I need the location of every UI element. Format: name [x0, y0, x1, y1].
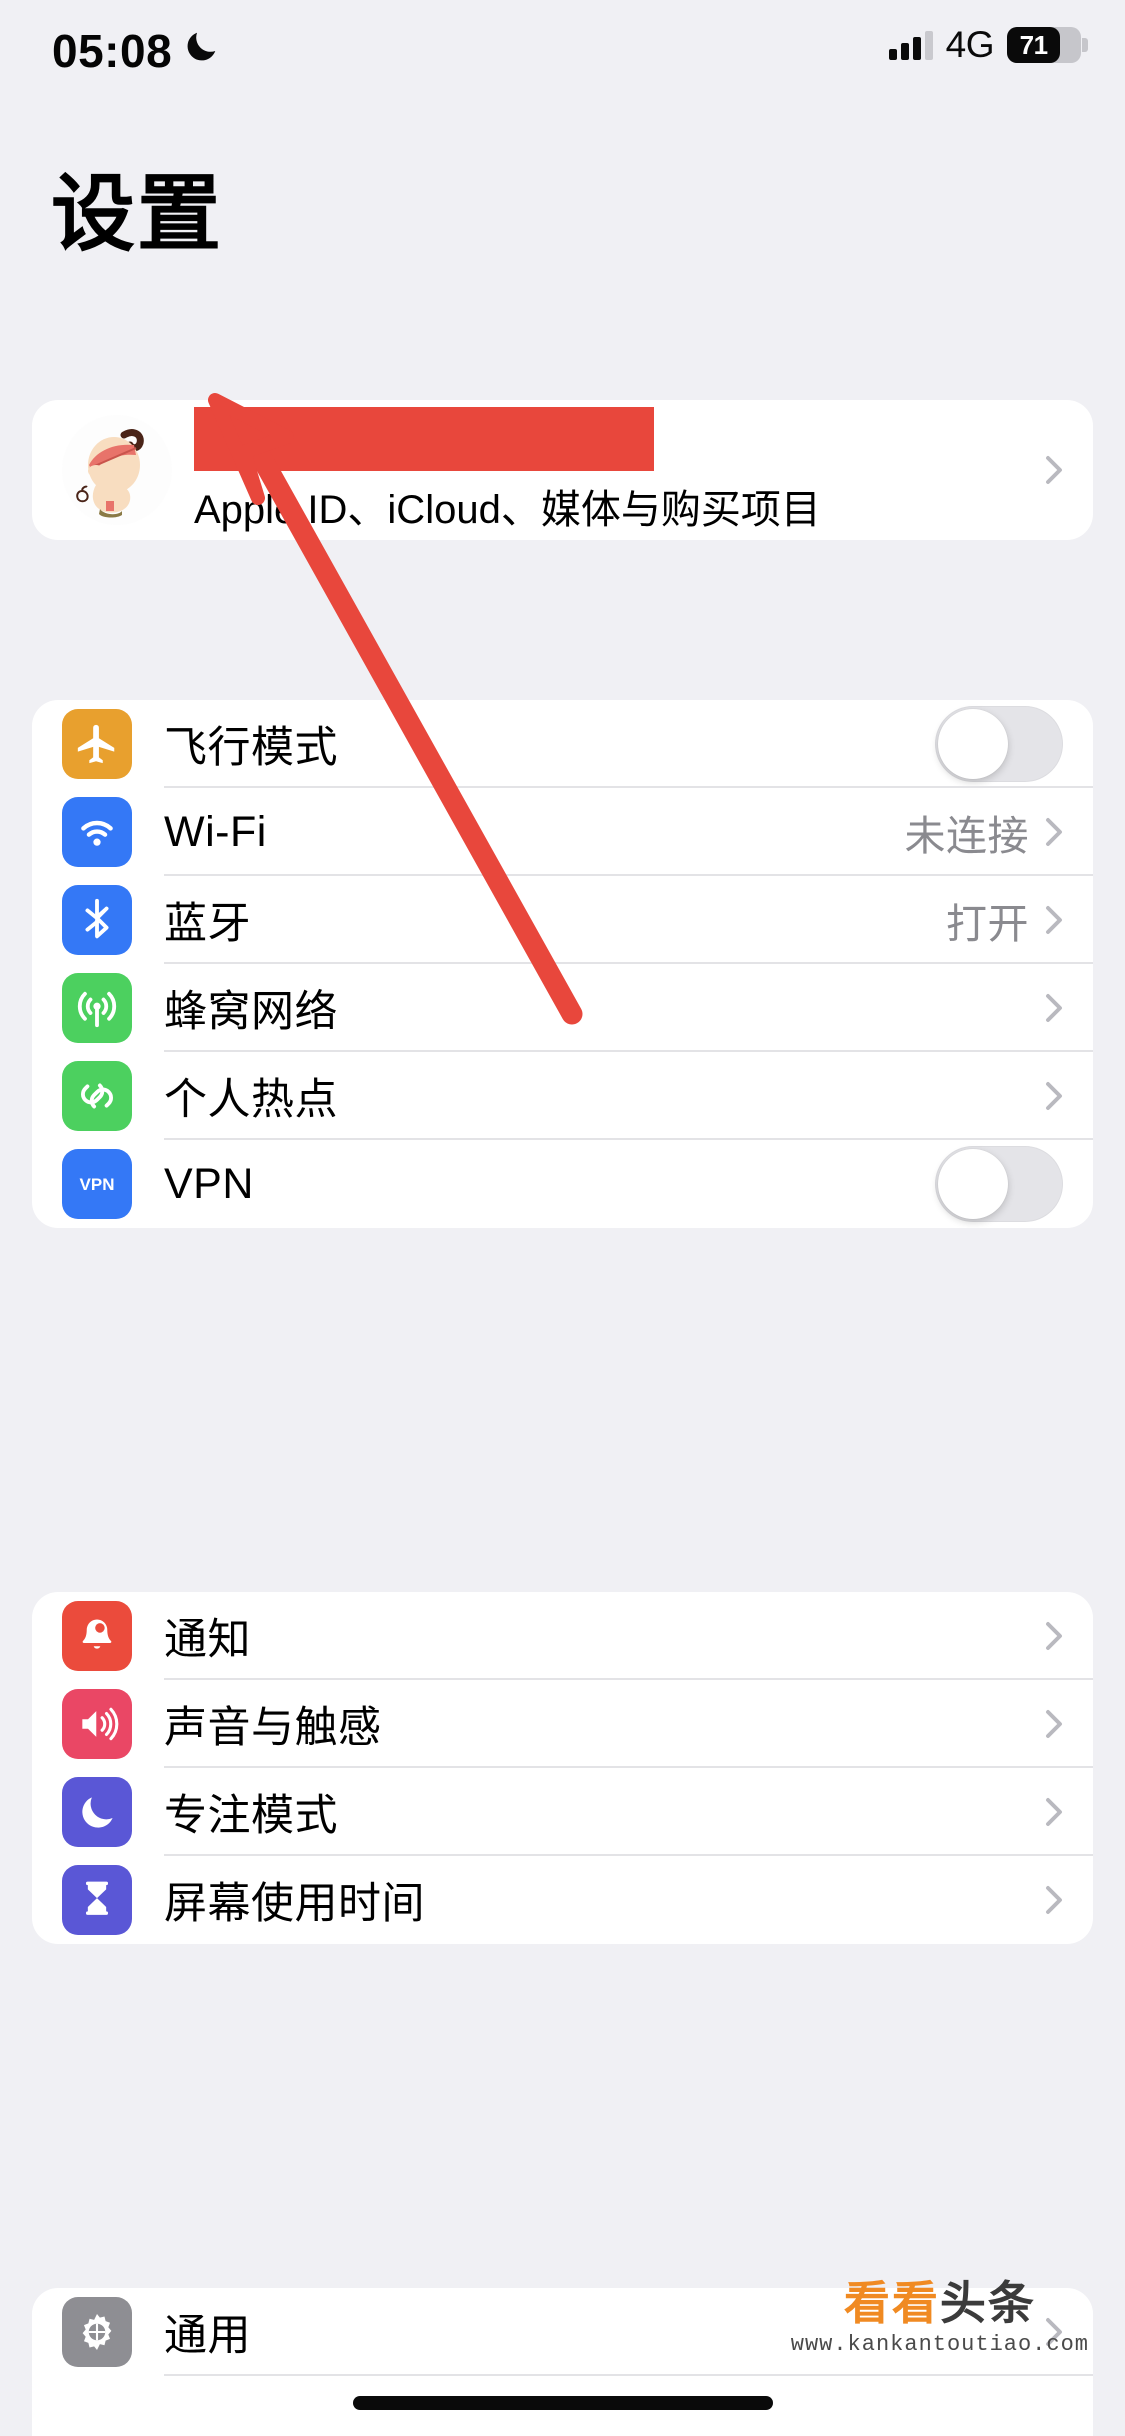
- settings-row-focus[interactable]: 专注模式: [32, 1768, 1093, 1856]
- wifi-status-value: 未连接: [904, 813, 1029, 859]
- settings-row-vpn[interactable]: VPN VPN: [32, 1140, 1093, 1228]
- vpn-icon: VPN: [62, 1149, 132, 1219]
- settings-row-label: 声音与触感: [164, 1704, 382, 1752]
- airplane-mode-toggle[interactable]: [935, 706, 1063, 782]
- vpn-toggle[interactable]: [935, 1146, 1063, 1222]
- home-indicator: [352, 2396, 773, 2410]
- speaker-icon: [62, 1689, 132, 1759]
- airplane-icon: [62, 709, 132, 779]
- settings-row-label: 专注模式: [164, 1792, 338, 1840]
- chevron-right-icon: [1035, 454, 1063, 486]
- settings-row-cellular[interactable]: 蜂窝网络: [32, 964, 1093, 1052]
- chevron-right-icon: [1045, 1620, 1063, 1652]
- settings-row-screen-time[interactable]: 屏幕使用时间: [32, 1856, 1093, 1944]
- page-title: 设置: [51, 167, 224, 261]
- settings-row-label: 蜂窝网络: [164, 988, 338, 1036]
- cellular-bars-icon: [888, 30, 933, 60]
- settings-row-label: 飞行模式: [164, 724, 338, 772]
- settings-row-airplane-mode[interactable]: 飞行模式: [32, 700, 1093, 788]
- chevron-right-icon: [1045, 1708, 1063, 1740]
- settings-row-wifi[interactable]: Wi-Fi 未连接: [32, 788, 1093, 876]
- chevron-right-icon: [1045, 816, 1063, 848]
- chevron-right-icon: [1045, 1080, 1063, 1112]
- gear-icon: [62, 2297, 132, 2367]
- chevron-right-icon: [1045, 1796, 1063, 1828]
- settings-row-label: 个人热点: [164, 1076, 338, 1124]
- status-bar-right: 4G 71: [888, 24, 1088, 66]
- settings-row-label: 屏幕使用时间: [164, 1880, 425, 1928]
- apple-id-card[interactable]: Apple ID、iCloud、媒体与购买项目: [32, 400, 1093, 540]
- settings-group-connectivity: 飞行模式 Wi-Fi 未连接 蓝牙 打开 蜂窝网络 个人热点 VPN VPN: [32, 700, 1093, 1228]
- settings-row-label: 通用: [164, 2312, 251, 2360]
- svg-text:VPN: VPN: [80, 1175, 115, 1194]
- wifi-icon: [62, 797, 132, 867]
- watermark: 看看头条 www.kankantoutiao.com: [791, 2280, 1089, 2356]
- settings-row-label: 通知: [164, 1616, 251, 1664]
- status-bar: 05:08 4G 71: [0, 0, 1125, 112]
- settings-row-label: VPN: [164, 1159, 254, 1208]
- settings-row-sounds-haptics[interactable]: 声音与触感: [32, 1680, 1093, 1768]
- settings-row-bluetooth[interactable]: 蓝牙 打开: [32, 876, 1093, 964]
- crescent-moon-icon: [182, 28, 220, 66]
- chevron-right-icon: [1045, 904, 1063, 936]
- account-name-redacted: [194, 407, 654, 471]
- settings-group-alerts: 通知 声音与触感 专注模式 屏幕使用时间: [32, 1592, 1093, 1944]
- settings-screen: 05:08 4G 71 设置 Apple ID、iCloud、媒体与购买项目 飞…: [0, 0, 1125, 2436]
- bluetooth-icon: [62, 885, 132, 955]
- watermark-brand-orange: 看看: [843, 2277, 940, 2329]
- moon-icon: [62, 1777, 132, 1847]
- battery-percent-label: 71: [1019, 29, 1048, 60]
- watermark-brand-dark: 头条: [939, 2277, 1036, 2329]
- network-type-label: 4G: [945, 24, 995, 65]
- settings-row-notifications[interactable]: 通知: [32, 1592, 1093, 1680]
- cellular-antenna-icon: [62, 973, 132, 1043]
- account-subtitle: Apple ID、iCloud、媒体与购买项目: [194, 488, 821, 532]
- chevron-right-icon: [1045, 1884, 1063, 1916]
- settings-row-personal-hotspot[interactable]: 个人热点: [32, 1052, 1093, 1140]
- settings-row-label: Wi-Fi: [164, 807, 267, 856]
- settings-row-label: 蓝牙: [164, 900, 251, 948]
- bluetooth-status-value: 打开: [946, 901, 1029, 947]
- status-bar-time: 05:08: [52, 25, 173, 77]
- hotspot-link-icon: [62, 1061, 132, 1131]
- chevron-right-icon: [1045, 992, 1063, 1024]
- battery-icon: 71: [1007, 27, 1088, 63]
- watermark-url: www.kankantoutiao.com: [790, 2332, 1089, 2357]
- avatar: [62, 415, 172, 525]
- bell-icon: [62, 1601, 132, 1671]
- hourglass-icon: [62, 1865, 132, 1935]
